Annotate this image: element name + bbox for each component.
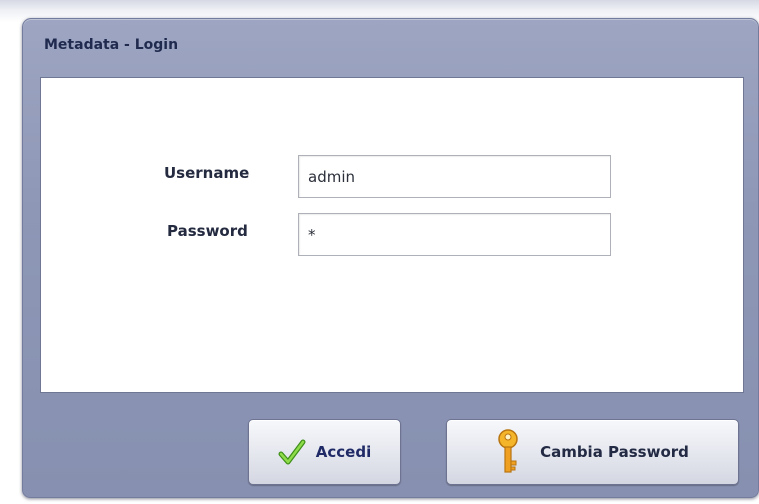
login-button[interactable]: Accedi <box>248 419 401 485</box>
login-form-panel: Username Password <box>40 77 744 393</box>
password-input[interactable] <box>298 213 611 256</box>
login-dialog: Metadata - Login Username Password Acced… <box>22 18 759 498</box>
checkmark-icon <box>278 438 306 466</box>
change-password-button-label: Cambia Password <box>540 443 689 461</box>
change-password-button[interactable]: Cambia Password <box>446 419 739 485</box>
key-icon <box>496 429 520 475</box>
username-label: Username <box>164 164 250 182</box>
dialog-title: Metadata - Login <box>44 37 179 53</box>
login-button-label: Accedi <box>315 443 372 461</box>
username-input[interactable] <box>298 155 611 198</box>
password-label: Password <box>167 222 248 240</box>
